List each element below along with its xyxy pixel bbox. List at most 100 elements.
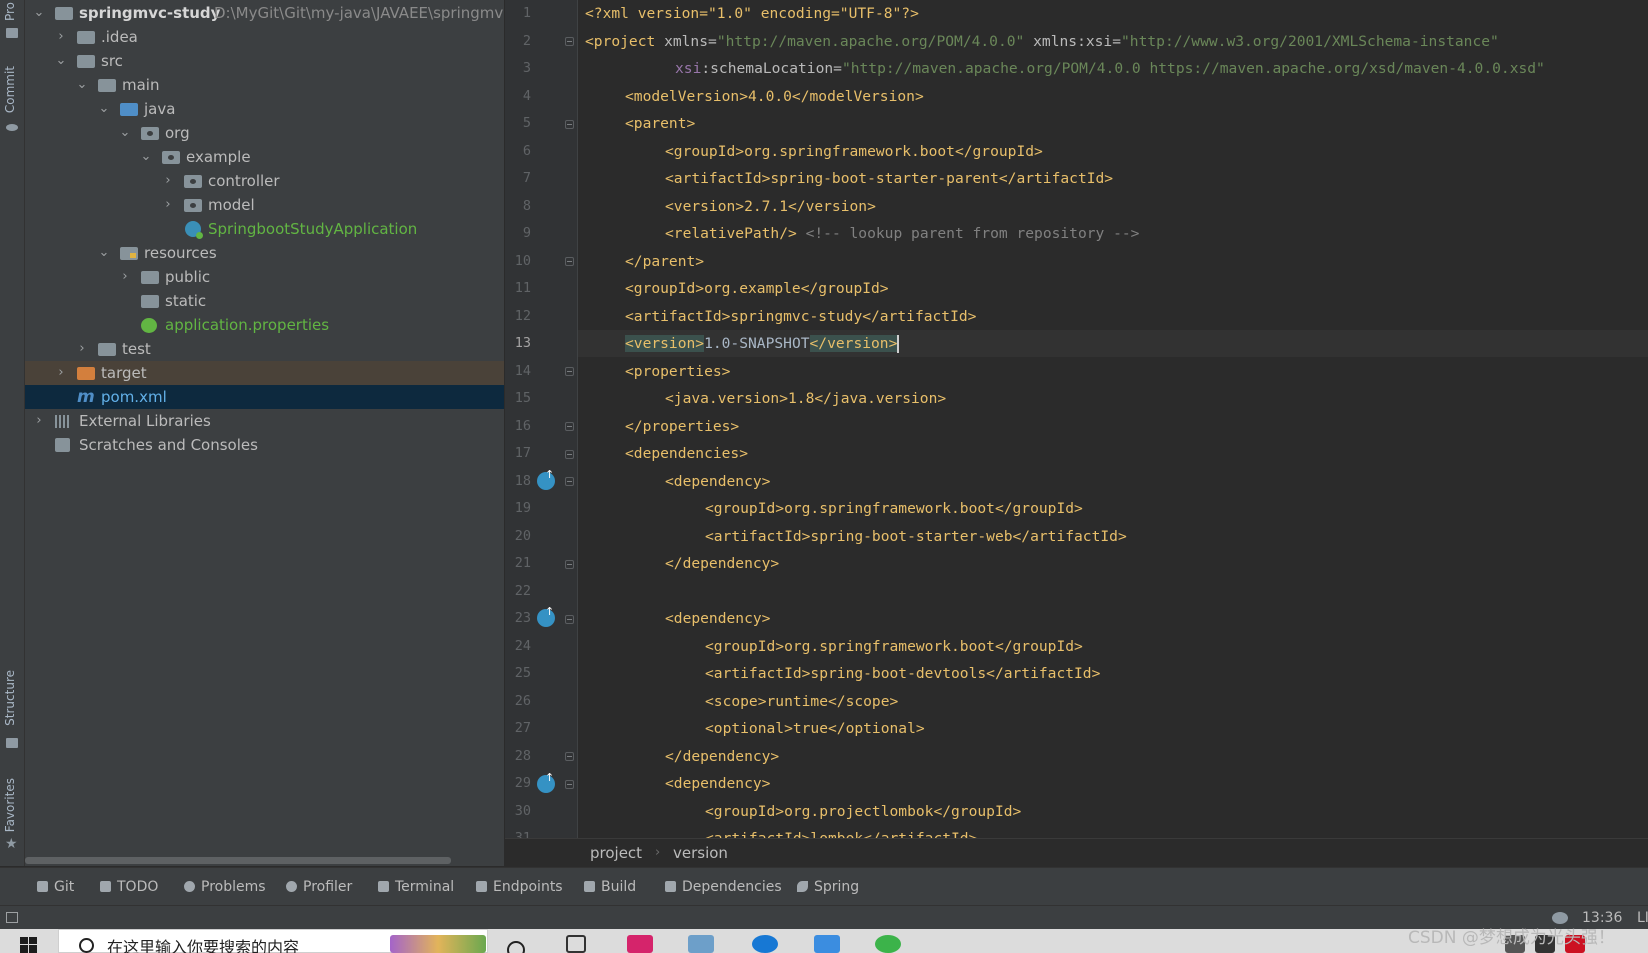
fold-toggle-icon[interactable] [565, 752, 574, 761]
tree-item-model[interactable]: › model [25, 193, 504, 217]
edge-browser-icon[interactable] [752, 935, 778, 953]
chevron-down-icon[interactable]: ⌄ [75, 73, 89, 97]
tool-window-todo[interactable]: TODO [100, 868, 158, 906]
chevron-down-icon[interactable]: ⌄ [32, 1, 46, 25]
horizontal-scrollbar[interactable] [25, 857, 451, 864]
chevron-right-icon[interactable]: › [54, 25, 68, 49]
wechat-icon[interactable] [875, 935, 901, 953]
tree-item-example[interactable]: ⌄ example [25, 145, 504, 169]
tree-item-pom[interactable]: m pom.xml [25, 385, 504, 409]
folder-icon [77, 55, 95, 68]
breadcrumb-item-version[interactable]: version [673, 839, 728, 867]
gutter-divider [577, 0, 578, 838]
cortana-icon[interactable] [507, 941, 525, 953]
tool-window-build[interactable]: Build [584, 868, 636, 906]
tree-item-main[interactable]: ⌄ main [25, 73, 504, 97]
tree-item-label: External Libraries [79, 412, 211, 430]
chevron-down-icon[interactable]: ⌄ [97, 97, 111, 121]
tree-item-label: main [122, 76, 160, 94]
chevron-down-icon[interactable]: ⌄ [97, 241, 111, 265]
fold-toggle-icon[interactable] [565, 257, 574, 266]
package-icon [162, 151, 180, 164]
project-icon[interactable] [6, 28, 18, 38]
tree-item-application-class[interactable]: SpringbootStudyApplication [25, 217, 504, 241]
layers-icon [665, 881, 676, 892]
line-number: 1 [522, 5, 531, 21]
fold-toggle-icon[interactable] [565, 560, 574, 569]
code-line-9: <relativePath/> <!-- lookup parent from … [665, 220, 1139, 248]
chevron-right-icon[interactable]: › [75, 337, 89, 361]
fold-toggle-icon[interactable] [565, 37, 574, 46]
line-number: 2 [522, 32, 531, 49]
code-line-25: <artifactId>spring-boot-devtools</artifa… [705, 665, 1101, 682]
search-highlight-image [390, 935, 486, 953]
fold-toggle-icon[interactable] [565, 120, 574, 129]
breadcrumb-item-project[interactable]: project [590, 839, 642, 867]
photos-icon[interactable] [814, 935, 840, 953]
fold-toggle-icon[interactable] [565, 615, 574, 624]
tree-item-external-libraries[interactable]: › External Libraries [25, 409, 504, 433]
tree-item-static[interactable]: static [25, 289, 504, 313]
chevron-right-icon[interactable]: › [118, 265, 132, 289]
maven-dependency-gutter-icon[interactable] [537, 605, 555, 627]
code-line-20: <artifactId>spring-boot-starter-web</art… [705, 527, 1127, 545]
tree-item-target[interactable]: › target [25, 361, 504, 385]
structure-icon[interactable] [6, 738, 18, 748]
fold-toggle-icon[interactable] [565, 780, 574, 789]
tree-item-idea[interactable]: › .idea [25, 25, 504, 49]
favorites-tool-label[interactable]: Favorites [3, 778, 17, 832]
star-icon[interactable]: ★ [5, 836, 18, 852]
folder-icon [55, 7, 73, 20]
tree-item-scratches[interactable]: Scratches and Consoles [25, 433, 504, 457]
commit-icon[interactable] [6, 124, 18, 131]
fold-toggle-icon[interactable] [565, 422, 574, 431]
windows-start-icon[interactable] [20, 937, 37, 953]
structure-tool-label[interactable]: Structure [3, 670, 17, 726]
line-number: 5 [522, 115, 531, 131]
task-view-icon[interactable] [566, 935, 586, 953]
tree-item-application-properties[interactable]: application.properties [25, 313, 504, 337]
line-number: 17 [514, 445, 531, 461]
tool-window-dependencies[interactable]: Dependencies [665, 868, 782, 906]
chevron-down-icon[interactable]: ⌄ [118, 121, 132, 145]
chevron-right-icon[interactable]: › [161, 193, 175, 217]
tool-window-problems[interactable]: Problems [184, 868, 266, 906]
tool-window-git[interactable]: Git [37, 868, 74, 906]
line-number: 14 [514, 362, 531, 379]
intellij-idea-icon[interactable] [627, 935, 653, 953]
tree-item-controller[interactable]: › controller [25, 169, 504, 193]
tree-item-src[interactable]: ⌄ src [25, 49, 504, 73]
tree-item-public[interactable]: › public [25, 265, 504, 289]
commit-tool-label[interactable]: Commit [3, 66, 17, 113]
tree-item-org[interactable]: ⌄ org [25, 121, 504, 145]
tool-window-bar: Git TODO Problems Profiler Terminal Endp… [0, 867, 1648, 906]
chevron-right-icon[interactable]: › [54, 361, 68, 385]
chevron-right-icon[interactable]: › [161, 169, 175, 193]
tool-window-spring[interactable]: Spring [797, 868, 859, 906]
line-number: 26 [514, 692, 531, 709]
watermark-text: CSDN @梦想成为光头强！ [1408, 928, 1615, 948]
tool-window-terminal[interactable]: Terminal [378, 868, 454, 906]
chevron-down-icon[interactable]: ⌄ [54, 49, 68, 73]
code-editor[interactable]: 1 2 3 4 5 6 7 8 9 10 11 12 13 14 15 16 1… [505, 0, 1648, 838]
tree-root[interactable]: ⌄ springmvc-study D:\MyGit\Git\my-java\J… [25, 1, 504, 25]
tree-item-resources[interactable]: ⌄ resources [25, 241, 504, 265]
code-line-16: </properties> [625, 417, 740, 435]
folder-icon [98, 343, 116, 356]
tool-window-endpoints[interactable]: Endpoints [476, 868, 563, 906]
fold-toggle-icon[interactable] [565, 477, 574, 486]
line-number: 19 [514, 500, 531, 516]
tool-window-profiler[interactable]: Profiler [286, 868, 352, 906]
maven-dependency-gutter-icon[interactable] [537, 468, 555, 490]
fold-toggle-icon[interactable] [565, 450, 574, 459]
notepad-icon[interactable] [688, 935, 714, 953]
chevron-down-icon[interactable]: ⌄ [139, 145, 153, 169]
project-tool-label[interactable]: Pro [3, 2, 17, 21]
tree-item-test[interactable]: › test [25, 337, 504, 361]
fold-toggle-icon[interactable] [565, 367, 574, 376]
maven-dependency-gutter-icon[interactable] [537, 771, 555, 793]
tree-item-java[interactable]: ⌄ java [25, 97, 504, 121]
line-separator-indicator[interactable]: LI [1637, 906, 1648, 930]
chevron-right-icon[interactable]: › [32, 409, 46, 433]
toggle-tool-windows-icon[interactable] [6, 912, 18, 923]
